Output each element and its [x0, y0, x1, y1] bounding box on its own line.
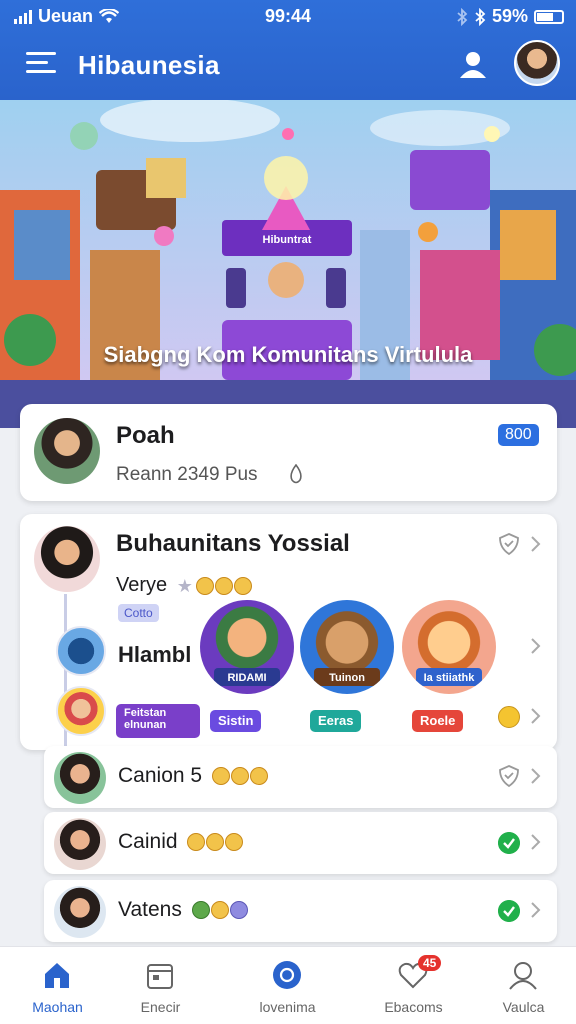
tile-label: Ia stiiathk [423, 672, 475, 684]
emoji-icon [206, 833, 225, 852]
check-icon [498, 832, 520, 854]
notification-badge: 45 [418, 955, 442, 971]
nav-item-favorites[interactable]: 45 Ebacoms [356, 947, 471, 1024]
stage-sign: Hibuntrat [263, 234, 312, 246]
community-card[interactable]: Buhaunitans Yossial Verye ★ Cotto Hlambl… [20, 514, 557, 750]
nav-label: lovenima [259, 999, 316, 1015]
chip[interactable]: Feitstan elnunan [116, 704, 200, 738]
sub-group-label: Hlambl [118, 642, 192, 667]
avatar [54, 752, 106, 804]
list-item-text: Cainid [118, 830, 178, 853]
list-item[interactable]: Vatens [44, 880, 557, 942]
chevron-right-icon[interactable] [528, 900, 542, 920]
chip[interactable]: Sistin [210, 710, 262, 732]
emoji-icon [230, 767, 249, 786]
emoji-icon [214, 576, 233, 595]
app-title: Hibaunesia [78, 50, 220, 80]
community-subtitle-text: Verye [116, 574, 168, 596]
emoji-icon [233, 576, 252, 595]
emoji-icon [225, 833, 244, 852]
reaction-emojis [191, 901, 248, 920]
bottom-nav: Maohan Enecir lovenima 45 Ebacoms Vaulca [0, 946, 576, 1024]
flame-icon [290, 464, 302, 484]
nav-item-home[interactable]: Maohan [0, 947, 115, 1024]
emoji-icon [191, 901, 210, 920]
list-item-label: Vatens [118, 898, 248, 922]
chip[interactable]: Roele [412, 710, 464, 732]
avatar [56, 626, 106, 676]
bluetooth-icon [457, 7, 468, 26]
avatar [56, 686, 106, 736]
app-header: Ueuan 99:44 59% Hibaunesia [0, 0, 576, 100]
reaction-emojis: ★ [176, 575, 252, 596]
check-icon [498, 900, 520, 922]
list-item-text: Canion 5 [118, 764, 203, 787]
chevron-right-icon[interactable] [528, 706, 542, 726]
profile-icon [509, 962, 537, 990]
coin-icon [498, 706, 520, 728]
chevron-right-icon[interactable] [528, 534, 542, 554]
community-title: Buhaunitans Yossial [116, 530, 350, 557]
list-item[interactable]: Canion 5 [44, 746, 557, 808]
list-item[interactable]: Cainid [44, 812, 557, 874]
nav-label: Maohan [32, 999, 83, 1015]
status-bar: Ueuan 99:44 59% [0, 0, 576, 34]
nav-item-calendar[interactable]: Enecir [103, 947, 218, 1024]
star-icon: ★ [176, 575, 193, 596]
user-icon-button[interactable] [456, 50, 490, 80]
avatar[interactable] [514, 40, 560, 86]
list-item-label: Canion 5 [118, 764, 268, 788]
community-tile[interactable]: Ia stiiathk [402, 600, 496, 694]
points-badge: 800 [498, 424, 539, 446]
bluetooth-icon [475, 7, 486, 26]
calendar-icon [147, 964, 173, 989]
list-item-text: Vatens [118, 898, 182, 921]
reaction-emojis [211, 767, 268, 786]
list-item-label: Cainid [118, 830, 244, 854]
community-tile[interactable]: Tuinon [300, 600, 394, 694]
emoji-icon [210, 901, 229, 920]
battery-percent: 59% [491, 6, 528, 26]
emoji-icon [187, 833, 206, 852]
battery-icon [534, 9, 564, 24]
emoji-icon [229, 901, 248, 920]
profile-name: Poah [116, 422, 175, 449]
emoji-icon [195, 576, 214, 595]
chevron-right-icon[interactable] [528, 832, 542, 852]
nav-item-discover[interactable]: lovenima [230, 947, 345, 1024]
avatar [54, 818, 106, 870]
compass-icon [273, 961, 301, 989]
nav-label: Vaulca [502, 999, 545, 1015]
hero-banner: Hibuntrat Siabgng Kom Komunitans Virtulu… [0, 100, 576, 428]
nav-label: Enecir [140, 999, 181, 1015]
community-subtitle: Verye ★ [116, 574, 252, 597]
chevron-right-icon[interactable] [528, 636, 542, 656]
group-tag[interactable]: Cotto [118, 604, 159, 622]
nav-label: Ebacoms [384, 999, 443, 1015]
tile-label: Tuinon [329, 672, 365, 684]
emoji-icon [249, 767, 268, 786]
community-tile[interactable]: RIDAMI [200, 600, 294, 694]
shield-icon[interactable] [498, 764, 520, 788]
virtual-city-illustration: Hibuntrat [0, 100, 576, 428]
tile-label: RIDAMI [227, 672, 267, 684]
home-icon [45, 963, 69, 988]
avatar [54, 886, 106, 938]
profile-card[interactable]: Poah Reann 2349 Pus 800 [20, 404, 557, 501]
profile-stats: Reann 2349 Pus [116, 464, 258, 485]
emoji-icon [211, 767, 230, 786]
chip[interactable]: Eeras [310, 710, 362, 732]
shield-icon[interactable] [498, 532, 520, 556]
menu-button[interactable] [26, 52, 56, 76]
hero-caption: Siabgng Kom Komunitans Virtulula [103, 342, 473, 367]
avatar [34, 418, 100, 484]
nav-item-profile[interactable]: Vaulca [466, 947, 576, 1024]
chevron-right-icon[interactable] [528, 766, 542, 786]
avatar [34, 526, 100, 592]
reaction-emojis [187, 833, 244, 852]
